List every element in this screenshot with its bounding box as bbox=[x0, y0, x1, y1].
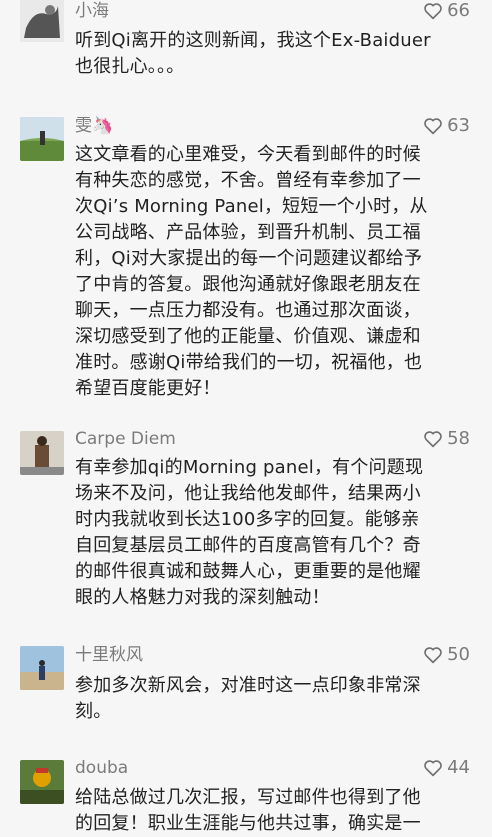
heart-icon bbox=[424, 647, 442, 664]
heart-icon bbox=[424, 760, 442, 777]
like-button[interactable]: 44 bbox=[423, 757, 470, 779]
heart-icon bbox=[424, 3, 442, 20]
comment-text-line: 场来不及问，他让我给他发邮件，结果两小 bbox=[75, 483, 421, 504]
like-button[interactable]: 50 bbox=[423, 644, 470, 666]
like-count: 58 bbox=[447, 428, 470, 449]
comment-author[interactable]: 雯🦄 bbox=[75, 115, 470, 137]
comment-text-line: 时内我就收到长达100多字的回复。能够亲 bbox=[75, 509, 420, 530]
avatar[interactable] bbox=[20, 646, 64, 690]
comment-text-line: 希望百度能更好！ bbox=[75, 378, 221, 399]
comment: 雯🦄 这文章看的心里难受，今天看到邮件的时候 有种失恋的感觉，不舍。曾经有幸参加… bbox=[0, 115, 492, 402]
comment-text-line: 刻。 bbox=[75, 701, 112, 722]
comment-text-line: 给陆总做过几次汇报，写过邮件也得到了他 bbox=[75, 787, 421, 808]
comment-text-line: 公司战略、产品体验，到晋升机制、员工福 bbox=[75, 222, 421, 243]
comment-text-line: 参加多次新风会，对准时这一点印象非常深 bbox=[75, 675, 421, 696]
like-count: 66 bbox=[447, 0, 470, 21]
comment-text-line: 的回复！职业生涯能与他共过事，确实是一 bbox=[75, 813, 421, 834]
avatar[interactable] bbox=[20, 431, 64, 475]
comment: Carpe Diem 有幸参加qi的Morning panel，有个问题现 场来… bbox=[0, 428, 492, 611]
avatar[interactable] bbox=[20, 760, 64, 804]
comment: 十里秋风 参加多次新风会，对准时这一点印象非常深 刻。 bbox=[0, 644, 492, 725]
comment: 小海 听到Qi离开的这则新闻，我这个Ex-Baiduer 也很扎心。。。 bbox=[0, 0, 492, 80]
comment-text: 听到Qi离开的这则新闻，我这个Ex-Baiduer 也很扎心。。。 bbox=[75, 28, 470, 80]
comment-text-line: 利，Qi对大家提出的每一个问题建议都给予 bbox=[75, 248, 423, 269]
like-count: 50 bbox=[447, 644, 470, 665]
like-button[interactable]: 66 bbox=[423, 0, 470, 22]
like-count: 44 bbox=[447, 757, 470, 778]
comment-text-line: 也很扎心。。。 bbox=[75, 56, 185, 77]
comment-text-line: 眼的人格魅力对我的深刻触动！ bbox=[75, 587, 330, 608]
comment-author[interactable]: Carpe Diem bbox=[75, 428, 470, 450]
like-button[interactable]: 63 bbox=[423, 115, 470, 137]
comment-author[interactable]: 小海 bbox=[75, 0, 470, 22]
comment-text-line: 这文章看的心里难受，今天看到邮件的时候 bbox=[75, 144, 421, 165]
comment-author[interactable]: douba bbox=[75, 757, 470, 779]
comment-text-line: 次Qi’s Morning Panel，短短一个小时，从 bbox=[75, 196, 428, 217]
comment-text: 给陆总做过几次汇报，写过邮件也得到了他 的回复！职业生涯能与他共过事，确实是一 bbox=[75, 785, 470, 837]
comment-text-line: 深切感受到了他的正能量、价值观、谦虚和 bbox=[75, 326, 421, 347]
comment-text-line: 听到Qi离开的这则新闻，我这个Ex-Baiduer bbox=[75, 30, 431, 51]
comment-text: 有幸参加qi的Morning panel，有个问题现 场来不及问，他让我给他发邮… bbox=[75, 455, 470, 611]
comment: douba 给陆总做过几次汇报，写过邮件也得到了他 的回复！职业生涯能与他共过事… bbox=[0, 757, 492, 837]
comment-author[interactable]: 十里秋风 bbox=[75, 644, 470, 666]
comment-text-line: 有种失恋的感觉，不舍。曾经有幸参加了一 bbox=[75, 170, 421, 191]
comment-text-line: 准时。感谢Qi带给我们的一切，祝福他，也 bbox=[75, 352, 423, 373]
comment-text-line: 聊天，一点压力都没有。也通过那次面谈， bbox=[75, 300, 421, 321]
comment-text-line: 的邮件很真诚和鼓舞人心，更重要的是他耀 bbox=[75, 561, 421, 582]
avatar[interactable] bbox=[20, 117, 64, 161]
heart-icon bbox=[424, 118, 442, 135]
comment-text-line: 有幸参加qi的Morning panel，有个问题现 bbox=[75, 457, 424, 478]
like-count: 63 bbox=[447, 115, 470, 136]
like-button[interactable]: 58 bbox=[423, 428, 470, 450]
comment-text-line: 自回复基层员工邮件的百度高管有几个？奇 bbox=[75, 535, 421, 556]
comment-text-line: 了中肯的答复。跟他沟通就好像跟老朋友在 bbox=[75, 274, 421, 295]
heart-icon bbox=[424, 431, 442, 448]
comment-text: 参加多次新风会，对准时这一点印象非常深 刻。 bbox=[75, 673, 470, 725]
comment-text: 这文章看的心里难受，今天看到邮件的时候 有种失恋的感觉，不舍。曾经有幸参加了一 … bbox=[75, 142, 470, 402]
avatar[interactable] bbox=[20, 0, 64, 42]
